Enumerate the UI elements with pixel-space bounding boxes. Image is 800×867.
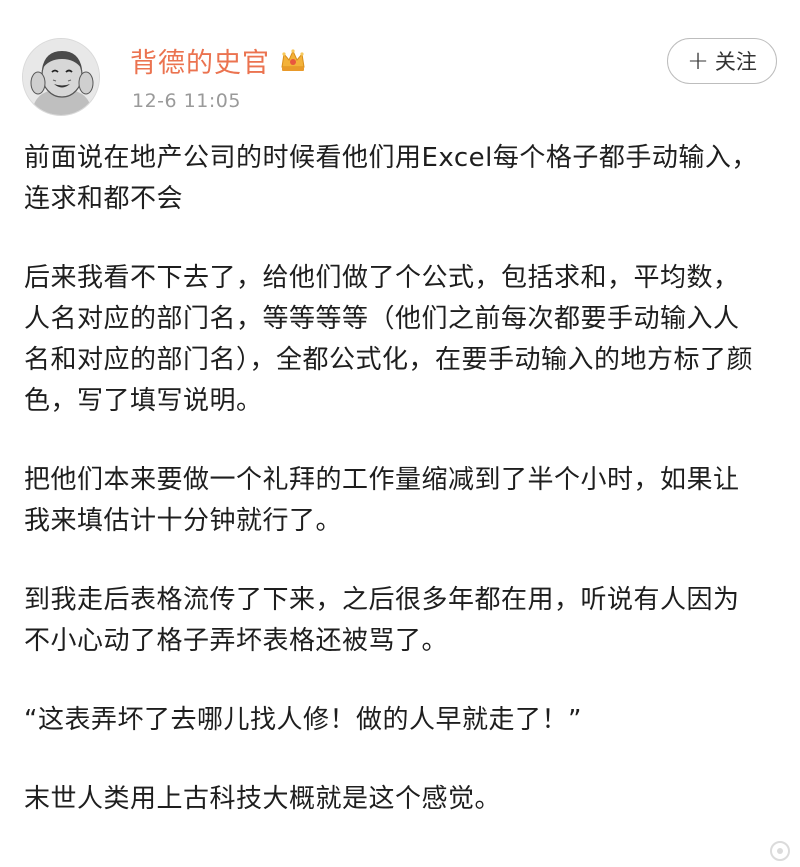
author-name[interactable]: 背德的史官: [130, 41, 270, 80]
crown-icon: [278, 45, 308, 75]
post-paragraph: 把他们本来要做一个礼拜的工作量缩减到了半个小时，如果让我来填估计十分钟就行了。: [24, 465, 740, 536]
post-paragraph: 前面说在地产公司的时候看他们用Excel每个格子都手动输入，连求和都不会: [24, 143, 758, 214]
meme-face-avatar-icon: [23, 39, 99, 115]
post-paragraph: 到我走后表格流传了下来，之后很多年都在用，听说有人因为不小心动了格子弄坏表格还被…: [24, 585, 740, 656]
post-header: 背德的史官 12-6 11:05 + 关注: [0, 0, 800, 130]
post-paragraph: “这表弄坏了去哪儿找人修！做的人早就走了！”: [24, 705, 582, 735]
follow-button[interactable]: + 关注: [667, 38, 777, 84]
post-timestamp: 12-6 11:05: [132, 90, 241, 112]
watermark-icon: [768, 839, 792, 863]
post-body: 前面说在地产公司的时候看他们用Excel每个格子都手动输入，连求和都不会 后来我…: [24, 138, 764, 858]
plus-icon: +: [687, 46, 709, 76]
follow-button-label: 关注: [714, 50, 757, 74]
author-row: 背德的史官: [130, 40, 308, 80]
post-paragraph: 末世人类用上古科技大概就是这个感觉。: [24, 784, 502, 814]
post-paragraph: 后来我看不下去了，给他们做了个公式，包括求和，平均数，人名对应的部门名，等等等等…: [24, 263, 754, 416]
avatar[interactable]: [22, 38, 100, 116]
